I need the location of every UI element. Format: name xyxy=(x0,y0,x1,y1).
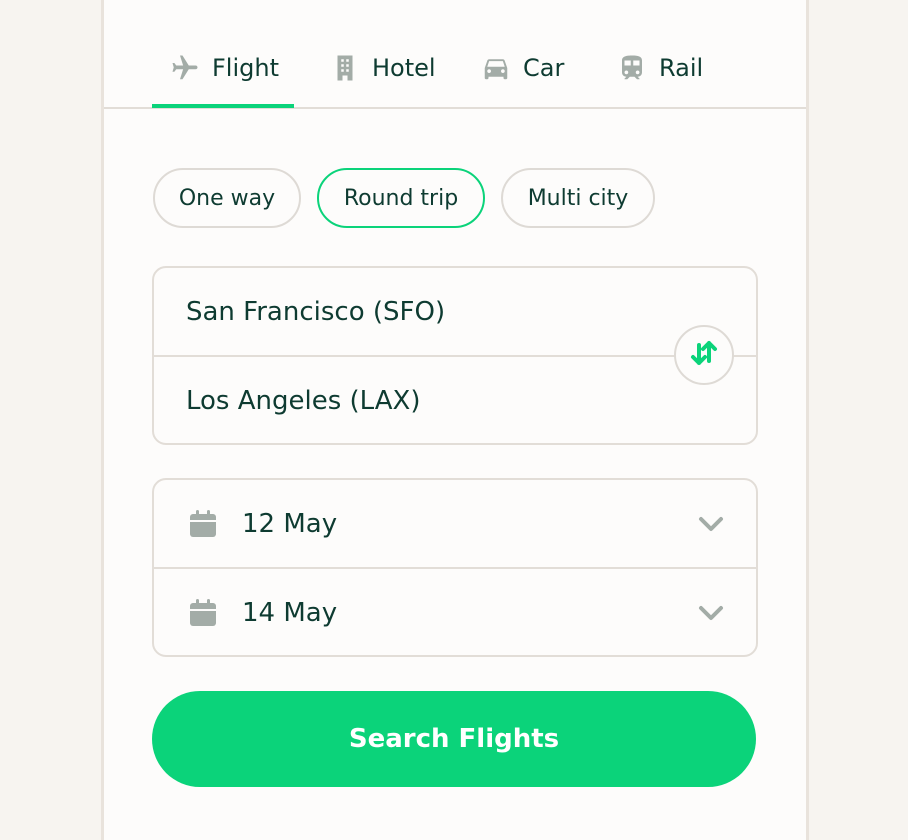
trip-type-round-trip-label: Round trip xyxy=(343,185,459,211)
destination-field[interactable]: Los Angeles (LAX) xyxy=(154,357,756,444)
departure-date-value: 12 May xyxy=(242,508,338,539)
travel-type-tabs: Flight Hotel Car Rail xyxy=(104,0,806,109)
search-flights-label: Search Flights xyxy=(348,724,560,754)
departure-date-field[interactable]: 12 May xyxy=(154,480,756,567)
car-icon xyxy=(481,40,511,87)
trip-type-round-trip[interactable]: Round trip xyxy=(317,168,485,228)
origin-value: San Francisco (SFO) xyxy=(186,296,446,327)
search-card: Flight Hotel Car Rail One way Round trip… xyxy=(101,0,809,840)
return-date-value: 14 May xyxy=(242,597,338,628)
tab-rail[interactable]: Rail xyxy=(617,40,709,106)
tab-flight-label: Flight xyxy=(212,54,279,82)
tab-flight[interactable]: Flight xyxy=(152,40,294,108)
tab-car[interactable]: Car xyxy=(481,40,577,106)
trip-type-one-way-label: One way xyxy=(178,185,276,211)
tab-rail-label: Rail xyxy=(659,54,704,82)
tab-car-label: Car xyxy=(523,54,565,82)
calendar-icon xyxy=(188,598,218,628)
chevron-down-icon xyxy=(698,516,724,532)
chevron-down-icon xyxy=(698,605,724,621)
origin-field[interactable]: San Francisco (SFO) xyxy=(154,268,756,355)
return-date-field[interactable]: 14 May xyxy=(154,569,756,656)
swap-button[interactable] xyxy=(674,325,734,385)
swap-arrows-icon xyxy=(689,337,719,373)
dates-box: 12 May 14 May xyxy=(152,478,758,657)
tab-hotel-label: Hotel xyxy=(372,54,436,82)
trip-type-multi-city[interactable]: Multi city xyxy=(501,168,655,228)
plane-icon xyxy=(170,40,200,87)
building-icon xyxy=(330,40,360,87)
tab-hotel[interactable]: Hotel xyxy=(330,40,440,106)
destination-value: Los Angeles (LAX) xyxy=(186,385,421,416)
trip-type-one-way[interactable]: One way xyxy=(153,168,301,228)
trip-type-multi-city-label: Multi city xyxy=(527,185,629,211)
search-flights-button[interactable]: Search Flights xyxy=(152,691,756,787)
train-icon xyxy=(617,40,647,87)
route-box: San Francisco (SFO) Los Angeles (LAX) xyxy=(152,266,758,445)
calendar-icon xyxy=(188,509,218,539)
